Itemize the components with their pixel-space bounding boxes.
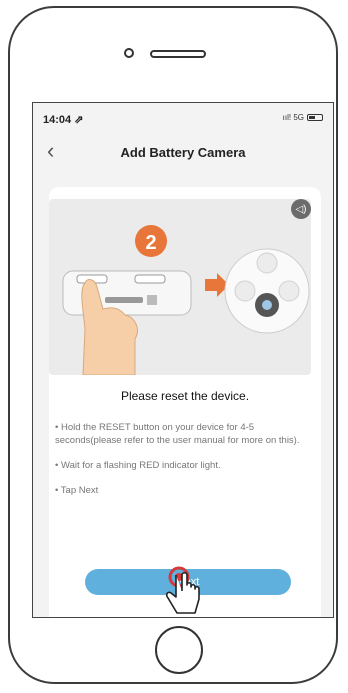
device-slot [105, 297, 143, 303]
tap-hand-icon [165, 566, 200, 614]
sd-card [147, 295, 157, 305]
step-number: 2 [145, 232, 156, 254]
front-camera [124, 48, 134, 58]
nav-bar: ‹ Add Battery Camera [33, 133, 333, 171]
reset-illustration-svg: 2 [62, 225, 310, 375]
app-screen: 14:04 ⇗ ııl! 5G ‹ Add Battery Camera 2 ◁… [32, 102, 334, 618]
reset-headline: Please reset the device. [120, 389, 250, 403]
page-title: Add Battery Camera [120, 145, 246, 160]
camera-lens-inner [262, 300, 272, 310]
camera-sensor-left [234, 280, 256, 302]
status-time: 14:04 ⇗ [43, 114, 84, 126]
camera-sensor-right [278, 280, 300, 302]
sync-button [134, 274, 166, 284]
reset-illustration: 2 [49, 199, 311, 375]
camera-sensor-top [256, 252, 278, 274]
status-bar: 14:04 ⇗ ııl! 5G [33, 103, 333, 131]
phone-frame: 14:04 ⇗ ııl! 5G ‹ Add Battery Camera 2 ◁… [8, 6, 338, 684]
instruction-list: • Hold the RESET button on your device f… [55, 421, 319, 509]
signal-indicator: ııl! 5G [282, 113, 304, 122]
instruction-tap-next: • Tap Next [55, 485, 99, 496]
battery-icon [307, 114, 323, 121]
status-indicators: ııl! 5G [283, 113, 323, 122]
earpiece-speaker [150, 50, 206, 58]
instruction-hold-reset: • Hold the RESET button on your device f… [55, 422, 300, 446]
home-button[interactable] [155, 626, 203, 674]
speaker-icon[interactable]: ◁) [291, 199, 311, 219]
instruction-wait-light: • Wait for a flashing RED indicator ligh… [55, 460, 221, 471]
